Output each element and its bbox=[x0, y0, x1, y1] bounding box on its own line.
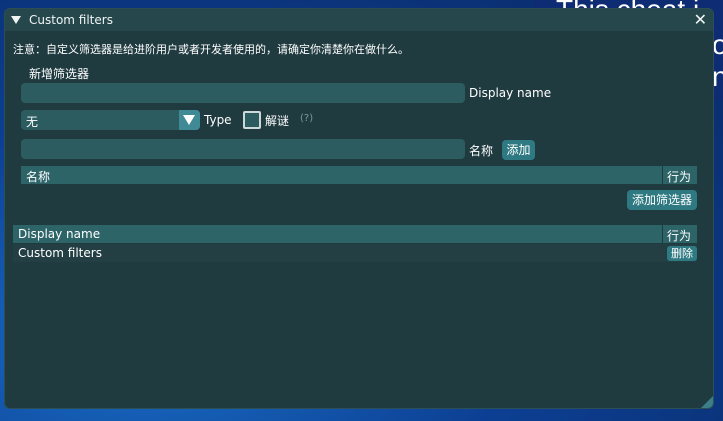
custom-filters-window: Custom filters ✕ 注意：自定义筛选器是给进阶用户或者开发者使用的… bbox=[5, 9, 713, 408]
name-label: 名称 bbox=[469, 144, 494, 158]
background-text: n bbox=[712, 61, 723, 92]
table-row[interactable]: Custom filters 删除 bbox=[13, 244, 697, 262]
column-header-display-name[interactable]: Display name bbox=[18, 227, 100, 241]
filter-display-name: Custom filters bbox=[18, 246, 102, 260]
column-divider[interactable] bbox=[662, 166, 663, 184]
column-header-name[interactable]: 名称 bbox=[26, 168, 50, 185]
collapse-triangle-icon[interactable] bbox=[11, 16, 21, 24]
name-input[interactable] bbox=[21, 139, 465, 159]
add-button[interactable]: 添加 bbox=[502, 140, 535, 160]
window-title: Custom filters bbox=[29, 13, 113, 27]
puzzle-checkbox[interactable] bbox=[243, 111, 261, 129]
column-header-action[interactable]: 行为 bbox=[667, 168, 691, 185]
type-dropdown-button[interactable] bbox=[179, 110, 200, 130]
help-marker[interactable]: (?) bbox=[300, 113, 313, 124]
chevron-down-icon bbox=[183, 115, 195, 125]
add-filter-section-title: 新增筛选器 bbox=[29, 67, 90, 81]
filters-table-header: Display name 行为 bbox=[13, 225, 697, 243]
display-name-label: Display name bbox=[469, 86, 552, 100]
names-table-header: 名称 行为 bbox=[21, 166, 697, 184]
warning-notice: 注意：自定义筛选器是给进阶用户或者开发者使用的，请确定你清楚你在做什么。 bbox=[13, 43, 409, 56]
type-select-value: 无 bbox=[26, 115, 39, 129]
resize-grip[interactable] bbox=[701, 396, 713, 408]
puzzle-checkbox-label: 解谜 bbox=[265, 114, 290, 128]
add-filter-button[interactable]: 添加筛选器 bbox=[627, 190, 697, 210]
background-text: o bbox=[712, 29, 723, 60]
display-name-input[interactable] bbox=[21, 83, 465, 103]
close-icon[interactable]: ✕ bbox=[694, 11, 707, 29]
delete-button[interactable]: 删除 bbox=[667, 246, 697, 261]
type-label: Type bbox=[204, 113, 232, 127]
type-select[interactable]: 无 bbox=[21, 110, 200, 130]
window-titlebar[interactable]: Custom filters ✕ bbox=[5, 9, 713, 31]
column-divider[interactable] bbox=[662, 225, 663, 243]
column-header-action[interactable]: 行为 bbox=[667, 227, 691, 244]
